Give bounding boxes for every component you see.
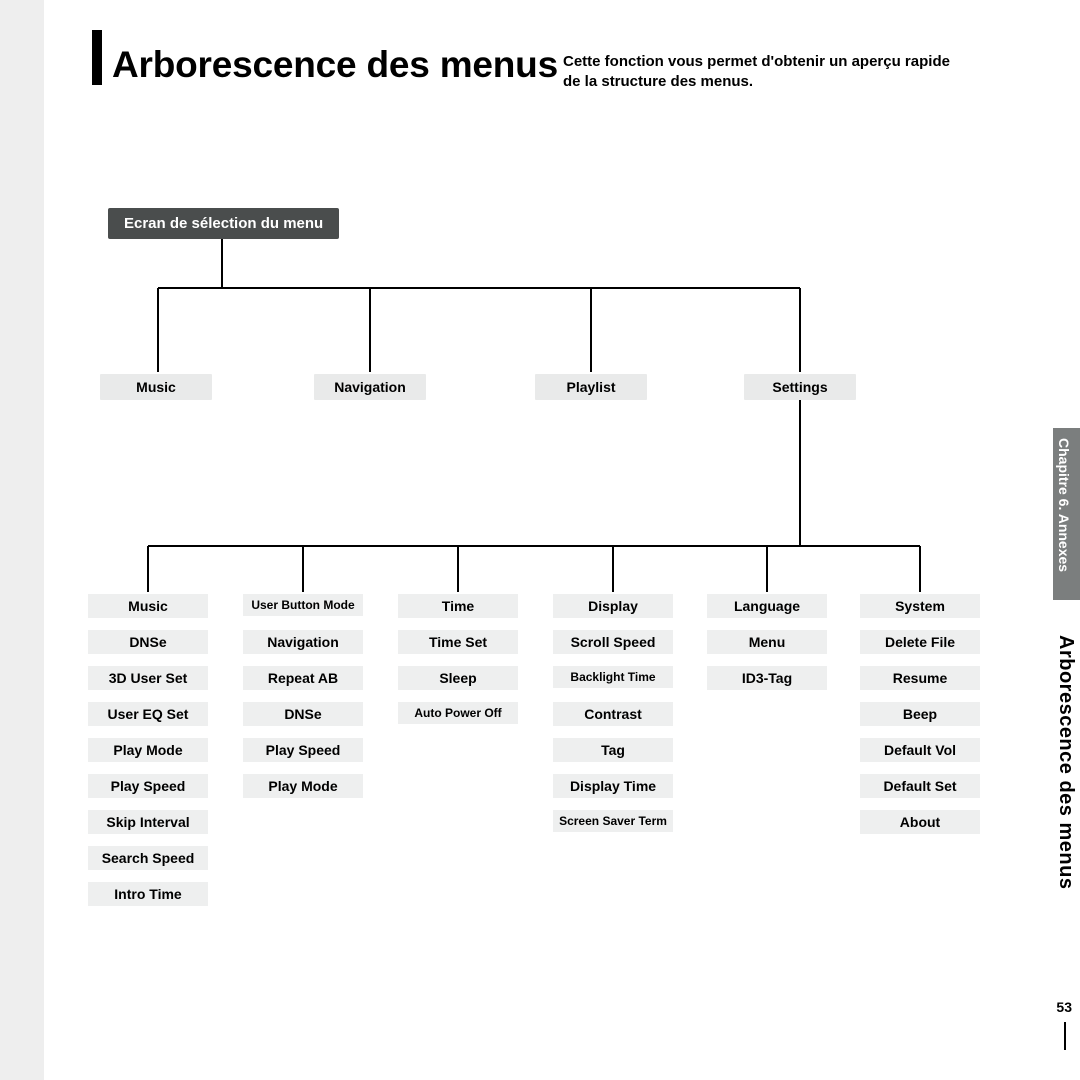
settings-item: ID3-Tag [707,666,827,690]
side-chapter-tab: Chapitre 6. Annexes [1053,428,1080,600]
side-chapter-label: Chapitre 6. Annexes [1057,438,1071,572]
settings-col-header: Time [398,594,518,618]
settings-item: Play Speed [243,738,363,762]
settings-item: User EQ Set [88,702,208,726]
settings-item: Resume [860,666,980,690]
settings-item: Play Mode [243,774,363,798]
settings-col-header: Language [707,594,827,618]
topmenu-music: Music [100,374,212,400]
left-gutter [0,0,44,1080]
settings-item: Repeat AB [243,666,363,690]
side-section-label: Arborescence des menus [1056,635,1076,889]
settings-col-header: System [860,594,980,618]
page: Arborescence des menus Cette fonction vo… [0,0,1080,1080]
topmenu-playlist: Playlist [535,374,647,400]
settings-item: Beep [860,702,980,726]
settings-item: Search Speed [88,846,208,870]
settings-item: Skip Interval [88,810,208,834]
settings-item: About [860,810,980,834]
title-accent-bar [92,30,102,85]
settings-item: Screen Saver Term [553,810,673,832]
page-number: 53 [1056,1000,1072,1014]
topmenu-navigation: Navigation [314,374,426,400]
settings-col-header: Music [88,594,208,618]
settings-item: Auto Power Off [398,702,518,724]
topmenu-settings: Settings [744,374,856,400]
settings-item: DNSe [243,702,363,726]
settings-item: Navigation [243,630,363,654]
settings-item: Default Vol [860,738,980,762]
settings-item: DNSe [88,630,208,654]
page-subtitle: Cette fonction vous permet d'obtenir un … [563,52,963,91]
settings-item: Intro Time [88,882,208,906]
settings-col-header: User Button Mode [243,594,363,616]
settings-item: 3D User Set [88,666,208,690]
settings-item: Play Mode [88,738,208,762]
settings-item: Time Set [398,630,518,654]
settings-item: Sleep [398,666,518,690]
settings-item: Display Time [553,774,673,798]
page-title: Arborescence des menus [112,46,558,83]
settings-col-header: Display [553,594,673,618]
settings-item: Scroll Speed [553,630,673,654]
settings-item: Backlight Time [553,666,673,688]
settings-item: Play Speed [88,774,208,798]
settings-item: Contrast [553,702,673,726]
menu-root-label: Ecran de sélection du menu [108,208,339,239]
tree-connectors [0,0,1080,1080]
settings-item: Delete File [860,630,980,654]
settings-item: Menu [707,630,827,654]
settings-item: Tag [553,738,673,762]
settings-item: Default Set [860,774,980,798]
page-number-bar [1064,1022,1066,1050]
